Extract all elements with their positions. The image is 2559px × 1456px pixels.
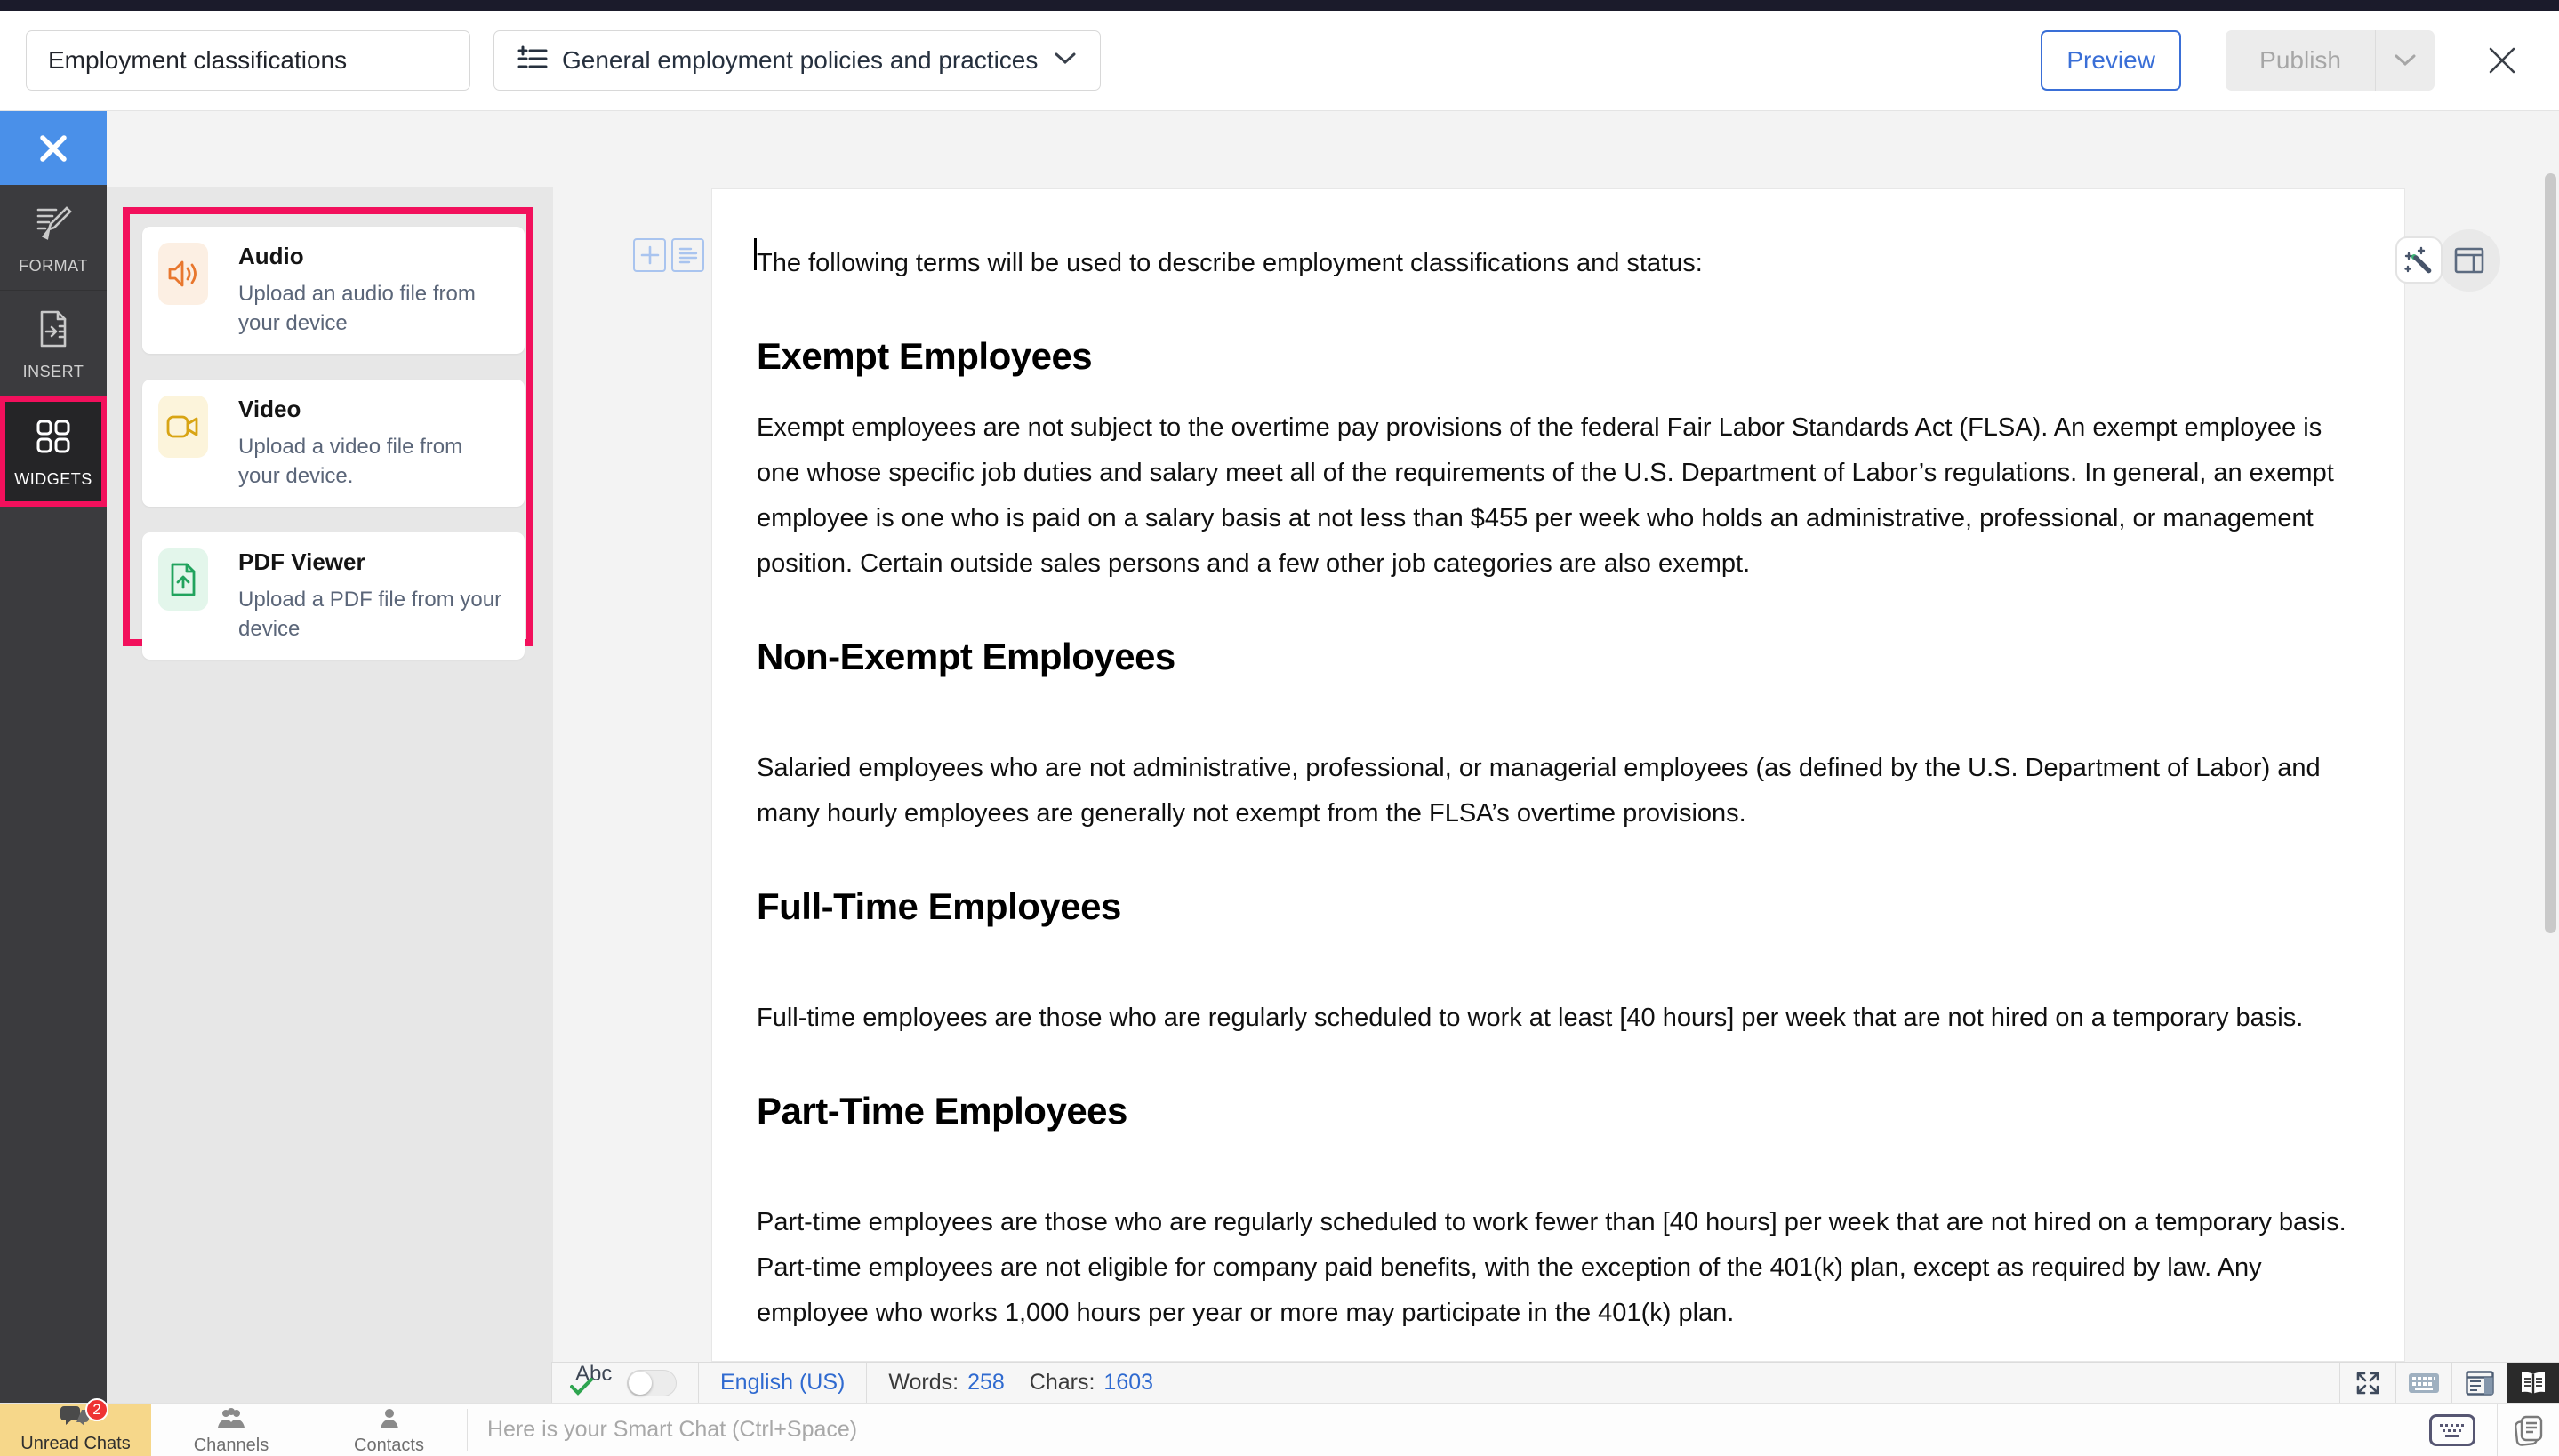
- document-title-input[interactable]: [26, 30, 470, 91]
- paragraph: Salaried employees who are not administr…: [757, 746, 2355, 836]
- page-tools: [633, 238, 704, 272]
- language-selector[interactable]: English (US): [699, 1363, 866, 1403]
- words-label: Words:: [888, 1370, 959, 1396]
- widget-description: Upload an audio file from your device: [238, 279, 505, 338]
- smart-assist-wand-icon[interactable]: [2395, 236, 2443, 284]
- widget-description: Upload a PDF file from your device: [238, 585, 505, 644]
- spellcheck-icon: Abc: [574, 1365, 614, 1401]
- add-block-button[interactable]: [633, 238, 666, 272]
- tab-unread-chats[interactable]: 2 Unread Chats: [0, 1404, 151, 1456]
- publish-button-group: Publish: [2226, 30, 2435, 91]
- widget-card-audio[interactable]: Audio Upload an audio file from your dev…: [142, 227, 525, 354]
- video-icon: [158, 396, 208, 458]
- sidebar-item-insert[interactable]: INSERT: [0, 291, 107, 396]
- page-layout-button[interactable]: [2438, 229, 2500, 292]
- window-top-strip: [0, 0, 2559, 11]
- sidebar-item-label: WIDGETS: [14, 470, 92, 489]
- widgets-grid-icon: [33, 416, 74, 461]
- panel-view-button[interactable]: [2452, 1363, 2507, 1403]
- widget-card-pdf-viewer[interactable]: PDF Viewer Upload a PDF file from your d…: [142, 532, 525, 660]
- pdf-upload-icon: [158, 548, 208, 611]
- word-count-group: Words: 258 Chars: 1603: [867, 1363, 1175, 1403]
- unread-count-badge: 2: [85, 1398, 108, 1421]
- reader-view-button[interactable]: [2507, 1363, 2559, 1403]
- audio-icon: [158, 243, 208, 305]
- collection-dropdown-label: General employment policies and practice…: [562, 46, 1038, 75]
- heading-full-time-employees: Full-Time Employees: [757, 884, 2355, 929]
- smart-chat-input[interactable]: Here is your Smart Chat (Ctrl+Space): [468, 1404, 2429, 1456]
- close-editor-button[interactable]: [2483, 41, 2522, 80]
- document-scrollbar[interactable]: [2545, 173, 2556, 933]
- heading-exempt-employees: Exempt Employees: [757, 334, 2355, 379]
- add-to-list-icon: [517, 44, 548, 78]
- paragraph-style-button[interactable]: [671, 238, 704, 272]
- recent-chats-icon[interactable]: [2497, 1404, 2559, 1456]
- sidebar-item-label: INSERT: [23, 363, 84, 381]
- format-brush-icon: [33, 203, 74, 248]
- tab-channels[interactable]: Channels: [151, 1404, 311, 1456]
- heading-part-time-employees: Part-Time Employees: [757, 1089, 2355, 1133]
- close-panel-button[interactable]: [0, 111, 107, 185]
- chars-label: Chars:: [1030, 1370, 1095, 1396]
- paragraph: The following terms will be used to desc…: [757, 241, 2355, 286]
- tab-label: Unread Chats: [20, 1434, 130, 1454]
- keyboard-shortcuts-button[interactable]: [2396, 1363, 2451, 1403]
- text-cursor: [754, 238, 757, 270]
- tab-label: Channels: [194, 1436, 269, 1456]
- widgets-highlight-box: Audio Upload an audio file from your dev…: [123, 207, 533, 646]
- heading-non-exempt-employees: Non-Exempt Employees: [757, 635, 2355, 679]
- document-status-bar: Abc English (US) Words: 258 Chars: 1603: [551, 1362, 2559, 1403]
- insert-document-icon: [33, 308, 74, 354]
- sidebar-item-widgets[interactable]: WIDGETS: [0, 396, 107, 507]
- paragraph: Part-time employees are those who are re…: [757, 1200, 2355, 1336]
- sidebar-item-format[interactable]: FORMAT: [0, 185, 107, 291]
- widget-description: Upload a video file from your device.: [238, 432, 505, 491]
- channels-people-icon: [216, 1408, 246, 1434]
- sidebar-item-label: FORMAT: [19, 257, 88, 276]
- paragraph: Exempt employees are not subject to the …: [757, 405, 2355, 587]
- chevron-down-icon: [1054, 52, 1077, 70]
- fullscreen-button[interactable]: [2340, 1363, 2395, 1403]
- widget-title: PDF Viewer: [238, 548, 505, 576]
- widget-title: Audio: [238, 243, 505, 270]
- spellcheck-toggle-group: Abc: [552, 1363, 698, 1403]
- spellcheck-toggle[interactable]: [627, 1370, 677, 1396]
- paragraph: Full-time employees are those who are re…: [757, 996, 2355, 1041]
- left-sidebar: FORMAT INSERT WIDGETS: [0, 111, 107, 1403]
- editor-topbar: General employment policies and practice…: [0, 11, 2559, 111]
- publish-options-button[interactable]: [2376, 30, 2435, 91]
- publish-button[interactable]: Publish: [2226, 30, 2375, 91]
- word-count[interactable]: 258: [967, 1370, 1005, 1396]
- tab-contacts[interactable]: Contacts: [311, 1404, 467, 1456]
- preview-button[interactable]: Preview: [2041, 30, 2181, 91]
- char-count[interactable]: 1603: [1103, 1370, 1153, 1396]
- chat-keyboard-icon[interactable]: [2429, 1414, 2475, 1446]
- collection-dropdown[interactable]: General employment policies and practice…: [493, 30, 1101, 91]
- contact-person-icon: [379, 1408, 400, 1434]
- tab-label: Contacts: [354, 1436, 424, 1456]
- smart-chat-bar: 2 Unread Chats Channels Contacts Here is…: [0, 1403, 2559, 1456]
- widget-card-video[interactable]: Video Upload a video file from your devi…: [142, 380, 525, 507]
- widget-title: Video: [238, 396, 505, 423]
- document-page[interactable]: The following terms will be used to desc…: [711, 188, 2405, 1362]
